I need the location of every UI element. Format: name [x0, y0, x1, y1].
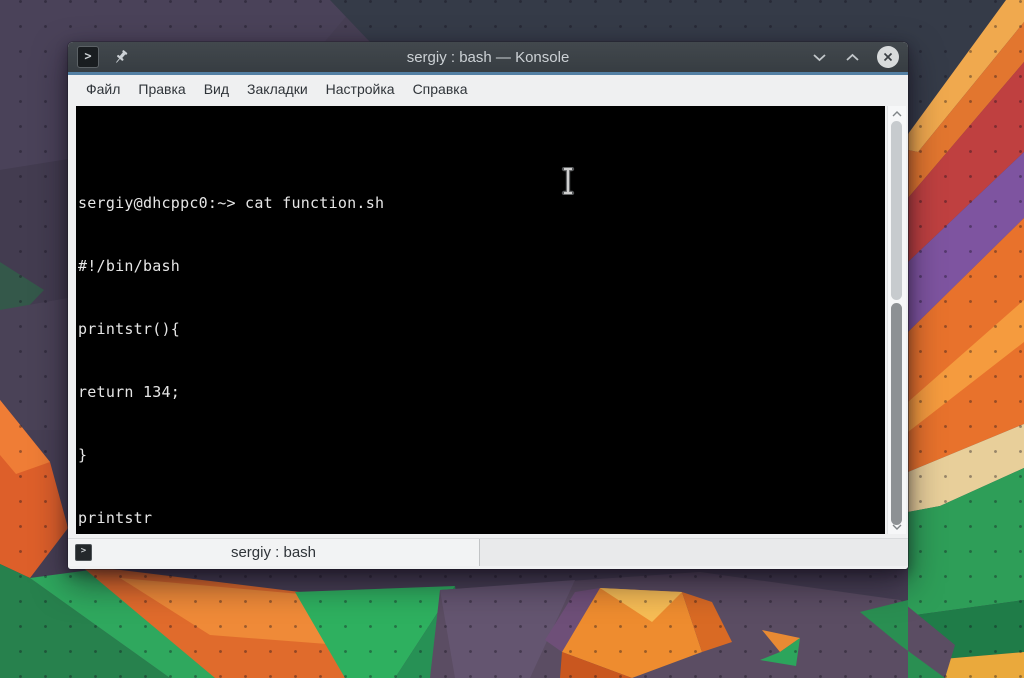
- tab-sergiy-bash[interactable]: > sergiy : bash: [68, 539, 480, 566]
- menu-view[interactable]: Вид: [195, 75, 238, 104]
- terminal-line: #!/bin/bash: [78, 256, 885, 277]
- menu-settings[interactable]: Настройка: [317, 75, 404, 104]
- terminal-view[interactable]: sergiy@dhcppc0:~> cat function.sh #!/bin…: [76, 106, 885, 534]
- terminal-line: sergiy@dhcppc0:~> cat function.sh: [78, 193, 885, 214]
- terminal-line: printstr(){: [78, 319, 885, 340]
- window-title: sergiy : bash — Konsole: [188, 49, 788, 66]
- terminal-line: printstr: [78, 508, 885, 529]
- window-content: sergiy@dhcppc0:~> cat function.sh #!/bin…: [68, 104, 908, 538]
- scrollbar-thumb[interactable]: [891, 303, 902, 525]
- scrollbar-track-segment[interactable]: [891, 121, 902, 300]
- konsole-tab-icon: >: [75, 544, 92, 561]
- konsole-icon[interactable]: >: [77, 46, 99, 68]
- menubar: Файл Правка Вид Закладки Настройка Справ…: [68, 75, 908, 104]
- window-bottom-frame: [68, 566, 908, 569]
- terminal-output: sergiy@dhcppc0:~> cat function.sh #!/bin…: [76, 148, 885, 534]
- titlebar[interactable]: > sergiy : bash — Konsole: [68, 42, 908, 72]
- terminal-line: return 134;: [78, 382, 885, 403]
- scrollbar[interactable]: [887, 106, 906, 534]
- maximize-button[interactable]: [844, 49, 860, 65]
- menu-file[interactable]: Файл: [77, 75, 129, 104]
- scrollbar-down-arrow-icon[interactable]: [888, 520, 906, 533]
- tab-label: sergiy : bash: [231, 544, 316, 561]
- menu-help[interactable]: Справка: [404, 75, 477, 104]
- menu-bookmarks[interactable]: Закладки: [238, 75, 317, 104]
- pin-icon[interactable]: [113, 49, 129, 65]
- konsole-window: > sergiy : bash — Konsole: [68, 42, 908, 569]
- menu-edit[interactable]: Правка: [129, 75, 194, 104]
- terminal-line: }: [78, 445, 885, 466]
- desktop: > sergiy : bash — Konsole: [0, 0, 1024, 678]
- scrollbar-up-arrow-icon[interactable]: [888, 107, 906, 120]
- minimize-button[interactable]: [811, 49, 827, 65]
- tabbar: > sergiy : bash: [68, 538, 908, 566]
- close-button[interactable]: [877, 46, 899, 68]
